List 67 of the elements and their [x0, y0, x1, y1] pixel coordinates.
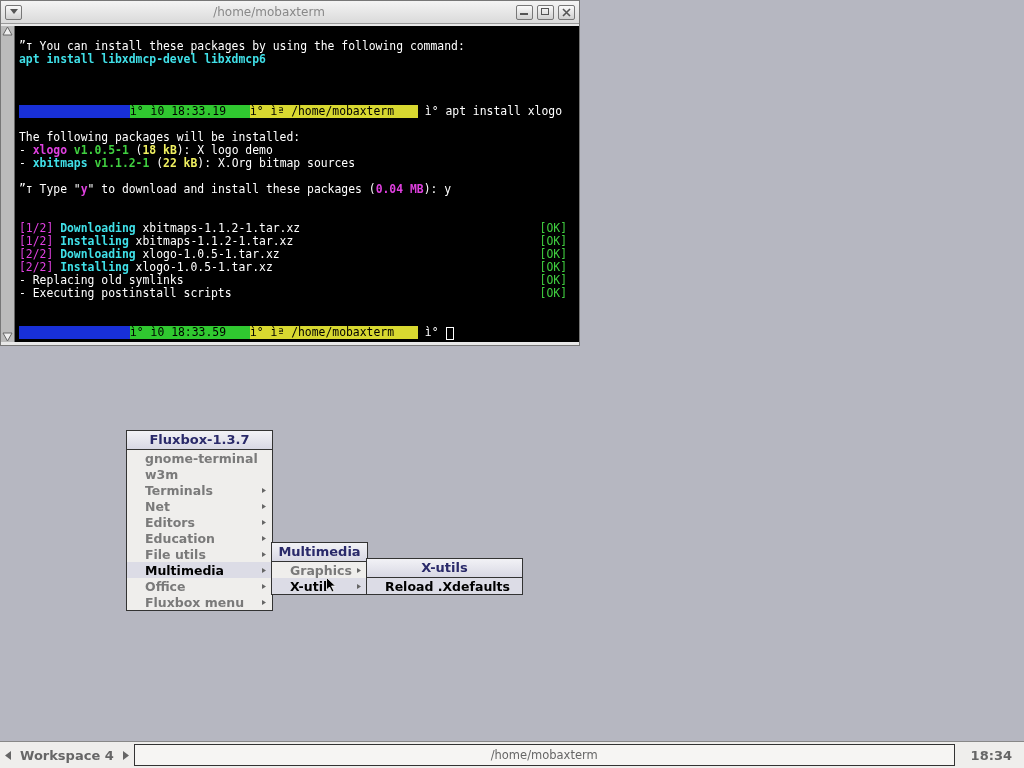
window-title: /home/mobaxterm [212, 5, 326, 19]
status-ok: [OK] [539, 248, 567, 261]
taskbar-window-button[interactable]: /home/mobaxterm [133, 744, 955, 766]
menu-title: X-utils [367, 559, 522, 578]
window-menu-button[interactable] [5, 4, 22, 20]
terminal-line: - Executing postinstall scripts [19, 287, 232, 300]
terminal-line: apt install libxdmcp-devel libxdmcp6 [19, 53, 266, 66]
terminal-line: ”т Type "y" to download and install these packages (0.04 MB): y [19, 183, 452, 196]
prompt-command: ì° [423, 326, 439, 339]
close-icon [562, 7, 571, 17]
minimize-button[interactable] [516, 4, 533, 20]
status-ok: [OK] [539, 287, 567, 300]
submenu-arrow-icon [357, 567, 361, 573]
menu-item[interactable]: Office [127, 578, 272, 594]
menu-item[interactable]: Editors [127, 514, 272, 530]
scroll-down-icon[interactable] [2, 332, 13, 342]
prompt-command: ì° apt install xlogo [423, 105, 562, 118]
next-workspace-icon[interactable] [121, 750, 130, 760]
menu-item[interactable]: Graphics [272, 562, 367, 578]
caret-icon [9, 9, 18, 15]
submenu-arrow-icon [262, 487, 266, 493]
submenu-arrow-icon [262, 503, 266, 509]
submenu-arrow-icon [262, 583, 266, 589]
status-ok: [OK] [539, 235, 567, 248]
prompt-clock: ì° ì0 18:33.19 [130, 105, 250, 118]
maximize-icon [541, 8, 550, 16]
terminal-line: The following packages will be installed: [19, 131, 301, 144]
previous-workspace-icon[interactable] [4, 750, 12, 760]
menu-item[interactable]: gnome-terminal [127, 450, 272, 466]
terminal-line: - xbitmaps v1.1.2-1 (22 kB): X.Org bitmap sources [19, 157, 356, 170]
prompt-path: ì° ìª /home/mobaxterm [250, 105, 418, 118]
terminal-line: [2/2] Installing xlogo-1.0.5-1.tar.xz [19, 261, 273, 274]
workspace-name[interactable]: Workspace 4 [16, 747, 118, 763]
menu-title: Multimedia [272, 543, 367, 562]
submenu-arrow-icon [262, 519, 266, 525]
terminal-line: [1/2] Downloading xbitmaps-1.1.2-1.tar.xz [19, 222, 301, 235]
menu-item[interactable]: File utils [127, 546, 272, 562]
terminal-line: [1/2] Installing xbitmaps-1.1.2-1.tar.xz [19, 235, 294, 248]
menu-item[interactable]: Education [127, 530, 272, 546]
prompt-path: ì° ìª /home/mobaxterm [250, 326, 418, 339]
terminal-line: - Replacing old symlinks [19, 274, 184, 287]
submenu-arrow-icon [262, 535, 266, 541]
terminal-line: [2/2] Downloading xlogo-1.0.5-1.tar.xz [19, 248, 280, 261]
menu-item[interactable]: Terminals [127, 482, 272, 498]
menu-item[interactable]: Multimedia [127, 562, 272, 578]
submenu-arrow-icon [262, 567, 266, 573]
scrollbar[interactable] [1, 26, 15, 342]
clock: 18:34 [969, 747, 1013, 763]
submenu-arrow-icon [262, 599, 266, 605]
close-button[interactable] [558, 4, 575, 20]
menu-item[interactable]: Fluxbox menu [127, 594, 272, 610]
menu-item[interactable]: X-util [272, 578, 367, 594]
mouse-pointer-icon [326, 577, 336, 593]
submenu-arrow-icon [357, 583, 361, 589]
status-ok: [OK] [539, 274, 567, 287]
scroll-up-icon[interactable] [2, 26, 13, 36]
maximize-button[interactable] [537, 4, 554, 20]
status-ok: [OK] [539, 261, 567, 274]
menu-item[interactable]: w3m [127, 466, 272, 482]
menu-title: Fluxbox-1.3.7 [127, 431, 272, 450]
menu-item[interactable]: Reload .Xdefaults [367, 578, 522, 594]
submenu-arrow-icon [262, 551, 266, 557]
terminal-line: - xlogo v1.0.5-1 (18 kB): X logo demo [19, 144, 273, 157]
prompt-clock: ì° ì0 18:33.59 [130, 326, 250, 339]
menu-item[interactable]: Net [127, 498, 272, 514]
terminal-line: ”т You can install these packages by using the following command: [19, 40, 465, 53]
status-ok: [OK] [539, 222, 567, 235]
